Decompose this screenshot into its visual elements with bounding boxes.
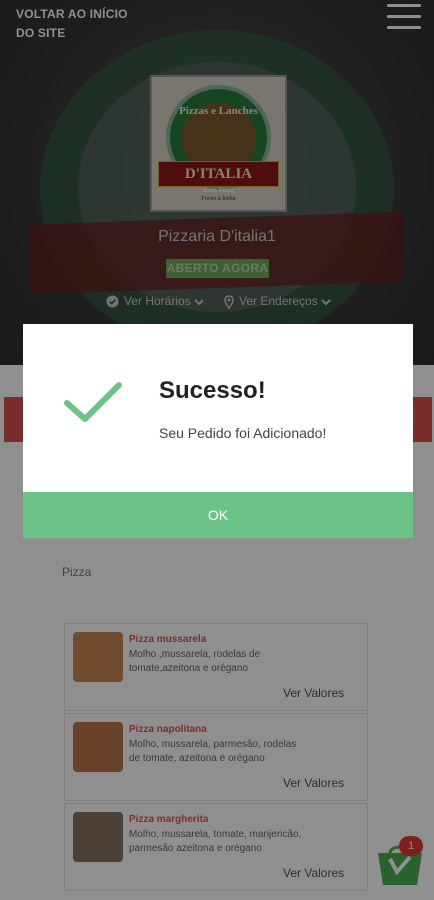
success-dialog: Sucesso! Seu Pedido foi Adicionado! OK: [23, 324, 413, 538]
ok-button[interactable]: OK: [23, 492, 413, 538]
checkmark-icon: [64, 382, 122, 422]
dialog-message: Seu Pedido foi Adicionado!: [159, 425, 327, 441]
dialog-title: Sucesso!: [159, 377, 266, 404]
